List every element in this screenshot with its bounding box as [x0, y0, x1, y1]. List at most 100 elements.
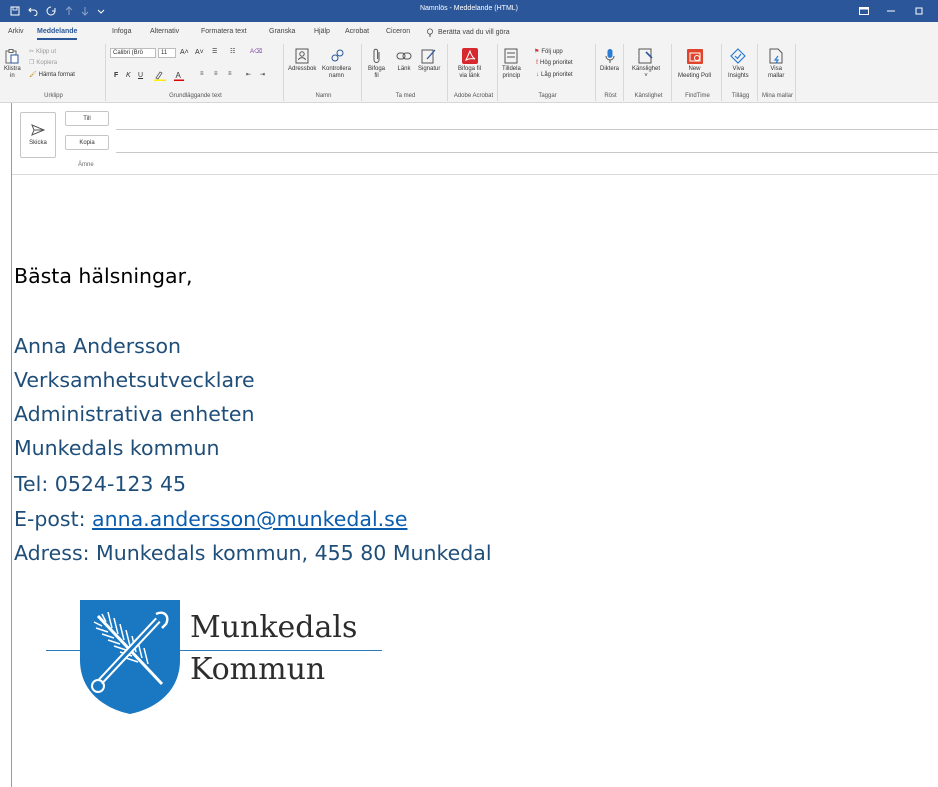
group-label-addins: Tillägg: [731, 93, 750, 99]
increase-indent-button[interactable]: ⇥: [260, 71, 265, 78]
check-names-button[interactable]: Kontrollera namn: [322, 48, 351, 80]
clear-format-icon: A⌫: [250, 49, 263, 55]
flag-icon: ⚑: [534, 49, 540, 55]
group-include: Bifoga fil Länk Signatur Ta med: [364, 44, 448, 101]
copy-icon: ❐: [29, 60, 35, 66]
assign-policy-button[interactable]: Tilldela princip: [502, 48, 521, 80]
to-field[interactable]: [116, 129, 938, 130]
viva-insights-icon: [730, 48, 747, 64]
font-name-select[interactable]: Calibri (Brö: [110, 48, 156, 58]
attach-via-link-button[interactable]: Bifoga fil via länk: [458, 48, 481, 80]
align-right-icon: ≡: [228, 71, 232, 77]
follow-up-button[interactable]: ⚑ Följ upp: [534, 48, 563, 56]
signature-name: Anna Andersson: [14, 334, 182, 358]
numbering-icon: ☷: [230, 49, 236, 55]
attach-file-button[interactable]: Bifoga fil: [368, 48, 385, 80]
group-tags: Tilldela princip ⚑ Följ upp ! Hög priorite…: [500, 44, 596, 101]
tab-granska[interactable]: Granska: [269, 28, 295, 35]
tell-me-box[interactable]: Berätta vad du vill göra: [426, 28, 510, 37]
format-painter-button[interactable]: 🖌 Hämta format: [29, 71, 75, 79]
logo-text-line1: Munkedals: [190, 610, 358, 645]
tab-ciceron[interactable]: Ciceron: [386, 28, 410, 35]
address-book-icon: [294, 48, 310, 64]
tab-arkiv[interactable]: Arkiv: [8, 28, 24, 35]
italic-button[interactable]: K: [126, 72, 131, 79]
signature-email-line: E-post: anna.andersson@munkedal.se: [14, 507, 407, 531]
group-clipboard: Klistra in ✂ Klipp ut ❐ Kopiera 🖌 Hämta for…: [2, 44, 106, 101]
signature-role: Verksamhetsutvecklare: [14, 368, 255, 392]
group-label-templates: Mina mallar: [761, 93, 793, 99]
low-priority-button[interactable]: ↓ Låg prioritet: [536, 72, 573, 78]
align-right-button[interactable]: ≡: [228, 71, 232, 77]
tab-hjalp[interactable]: Hjälp: [314, 28, 330, 35]
align-center-button[interactable]: ≡: [214, 71, 218, 77]
title-bar: Namnlös - Meddelande (HTML): [0, 0, 938, 22]
align-center-icon: ≡: [214, 71, 218, 77]
down-arrow-priority-icon: ↓: [536, 72, 539, 78]
grow-font-button[interactable]: A˄: [180, 49, 189, 56]
group-sensitivity: Känslighet ˅ Känslighet: [626, 44, 672, 101]
tab-meddelande[interactable]: Meddelande: [37, 28, 78, 40]
viva-insights-button[interactable]: Viva Insights: [728, 48, 749, 80]
signature-address: Adress: Munkedals kommun, 455 80 Munkeda…: [14, 541, 492, 565]
dictate-button[interactable]: Diktera: [600, 48, 619, 73]
bullets-button[interactable]: ☰: [212, 48, 217, 55]
group-addins: Viva Insights Tillägg: [724, 44, 758, 101]
ribbon: Klistra in ✂ Klipp ut ❐ Kopiera 🖌 Hämta for…: [0, 42, 938, 103]
copy-button[interactable]: ❐ Kopiera: [29, 59, 57, 67]
tab-infoga[interactable]: Infoga: [112, 28, 131, 35]
maximize-icon[interactable]: [905, 0, 933, 22]
group-label-findtime: FindTime: [685, 93, 710, 99]
sensitivity-icon: [638, 48, 654, 64]
group-basic-text: Calibri (Brö 11 A˄ A˅ ☰ ☷ A⌫ F K U A ≡ ≡…: [108, 44, 284, 101]
font-size-select[interactable]: 11: [158, 48, 176, 58]
exclamation-icon: !: [536, 60, 538, 66]
link-button[interactable]: Länk: [396, 48, 412, 73]
email-prefix: E-post:: [14, 507, 93, 531]
to-button[interactable]: Till: [65, 111, 109, 126]
sensitivity-button[interactable]: Känslighet ˅: [632, 48, 660, 80]
clipboard-icon: [4, 48, 20, 64]
highlight-icon: [154, 71, 166, 81]
align-left-button[interactable]: ≡: [200, 71, 204, 77]
group-voice: Diktera Röst: [598, 44, 624, 101]
tab-acrobat[interactable]: Acrobat: [345, 28, 369, 35]
highlight-button[interactable]: [154, 71, 166, 81]
group-templates: Visa mallar Mina mallar: [760, 44, 796, 101]
send-button[interactable]: Skicka: [20, 112, 56, 158]
subject-field[interactable]: [12, 174, 938, 175]
signature-icon: [421, 48, 437, 64]
link-icon: [396, 48, 412, 64]
ribbon-display-icon[interactable]: [850, 0, 878, 22]
group-label-clipboard: Urklipp: [44, 93, 63, 99]
tab-alternativ[interactable]: Alternativ: [150, 28, 179, 35]
left-border: [11, 103, 12, 787]
high-priority-button[interactable]: ! Hög prioritet: [536, 60, 573, 66]
numbering-button[interactable]: ☷: [230, 48, 235, 55]
logo-text-line2: Kommun: [190, 652, 326, 687]
bold-button[interactable]: F: [114, 72, 118, 79]
cc-button[interactable]: Kopia: [65, 135, 109, 150]
signature-phone: Tel: 0524-123 45: [14, 472, 187, 496]
ribbon-tabs: Arkiv Meddelande Infoga Alternativ Forma…: [0, 22, 938, 42]
new-meeting-poll-button[interactable]: New Meeting Poll: [678, 48, 711, 80]
cc-field[interactable]: [116, 152, 938, 153]
email-link[interactable]: anna.andersson@munkedal.se: [92, 507, 407, 531]
paste-button[interactable]: Klistra in: [4, 48, 21, 80]
shrink-font-button[interactable]: A˅: [195, 49, 204, 56]
decrease-indent-button[interactable]: ⇤: [246, 71, 251, 78]
cut-button[interactable]: ✂ Klipp ut: [29, 48, 56, 56]
view-templates-button[interactable]: Visa mallar: [768, 48, 784, 80]
group-label-acrobat: Adobe Acrobat: [453, 93, 494, 99]
clear-format-button[interactable]: A⌫: [250, 48, 263, 55]
indent-icon: ⇥: [260, 72, 266, 78]
signature-button[interactable]: Signatur: [418, 48, 440, 73]
outdent-icon: ⇤: [246, 72, 252, 78]
minimize-icon[interactable]: [877, 0, 905, 22]
address-book-button[interactable]: Adressbok: [288, 48, 316, 73]
tell-me-label: Berätta vad du vill göra: [438, 29, 510, 36]
font-color-button[interactable]: A: [174, 71, 184, 81]
group-label-voice: Röst: [604, 93, 617, 99]
underline-button[interactable]: U: [138, 72, 143, 79]
tab-formatera-text[interactable]: Formatera text: [201, 28, 247, 35]
